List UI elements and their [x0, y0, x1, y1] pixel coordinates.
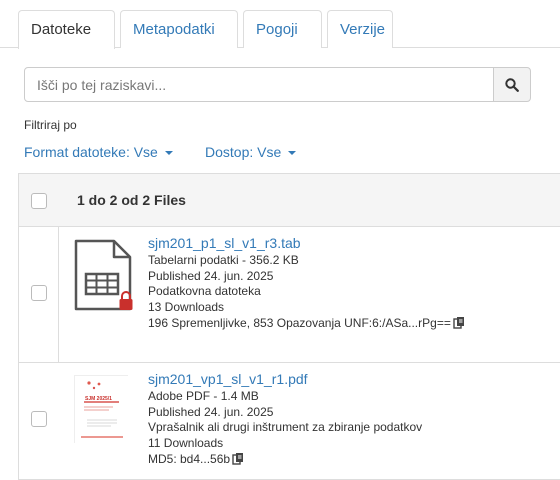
file-published: Published 24. jun. 2025 — [148, 268, 274, 283]
pdf-thumbnail: SJM 2025/1 — [74, 375, 129, 444]
file-info: sjm201_p1_sl_v1_r3.tab Tabelarni podatki… — [148, 235, 558, 334]
tab-pogoji[interactable]: Pogoji — [243, 10, 322, 48]
caret-down-icon — [164, 151, 173, 155]
access-filter-dropdown[interactable]: Dostop: Vse — [205, 144, 297, 160]
tab-metapodatki[interactable]: Metapodatki — [120, 10, 238, 48]
search-icon — [505, 77, 519, 92]
format-filter-dropdown[interactable]: Format datoteke: Vse — [24, 144, 173, 160]
file-info: sjm201_vp1_sl_v1_r1.pdf Adobe PDF - 1.4 … — [148, 371, 558, 470]
tab-verzije[interactable]: Verzije — [327, 10, 393, 48]
search-bar — [24, 67, 531, 102]
tab-bar: Datoteke Metapodatki Pogoji Verzije — [0, 0, 560, 49]
tab-datoteke[interactable]: Datoteke — [18, 10, 115, 49]
format-filter-label: Format datoteke: Vse — [24, 144, 158, 160]
file-count: 1 do 2 od 2 Files — [77, 192, 186, 208]
caret-down-icon — [288, 151, 297, 155]
table-row: sjm201_p1_sl_v1_r3.tab Tabelarni podatki… — [19, 227, 560, 363]
select-all-checkbox[interactable] — [31, 193, 47, 209]
pdf-thumbnail-title: SJM 2025/1 — [85, 396, 112, 402]
file-unf: 196 Spremenljivke, 853 Opazovanja UNF:6:… — [148, 315, 451, 330]
file-published: Published 24. jun. 2025 — [148, 404, 274, 419]
clipboard-copy-icon[interactable] — [232, 452, 245, 470]
row-checkbox[interactable] — [31, 285, 47, 301]
file-extra: MD5: bd4...56b — [148, 452, 558, 470]
search-input[interactable] — [24, 67, 494, 102]
file-downloads: 13 Downloads — [148, 300, 225, 315]
file-description: Vprašalnik ali drugi inštrument za zbira… — [148, 420, 423, 435]
access-filter-label: Dostop: Vse — [205, 144, 282, 160]
files-table: 1 do 2 od 2 Files sjm201_p1_sl_v1_r3.tab… — [18, 173, 560, 480]
file-downloads: 11 Downloads — [148, 436, 224, 451]
file-type: Adobe PDF - 1.4 MB — [148, 389, 259, 403]
file-extra: 196 Spremenljivke, 853 Opazovanja UNF:6:… — [148, 316, 558, 334]
file-name-link[interactable]: sjm201_p1_sl_v1_r3.tab — [148, 235, 558, 252]
table-row: SJM 2025/1 sjm201_vp1_sl_v1_r1.pdf Adobe… — [19, 363, 560, 480]
clipboard-copy-icon[interactable] — [453, 316, 466, 334]
file-type: Tabelarni podatki - 356.2 KB — [148, 253, 299, 267]
file-md5: MD5: bd4...56b — [148, 451, 231, 466]
row-checkbox[interactable] — [31, 411, 47, 427]
file-name-link[interactable]: sjm201_vp1_sl_v1_r1.pdf — [148, 371, 558, 388]
filter-label: Filtriraj po — [24, 118, 77, 132]
file-description: Podatkovna datoteka — [148, 284, 261, 299]
search-button[interactable] — [493, 67, 531, 102]
tabular-file-locked-icon — [74, 239, 136, 313]
table-header: 1 do 2 od 2 Files — [19, 173, 560, 227]
